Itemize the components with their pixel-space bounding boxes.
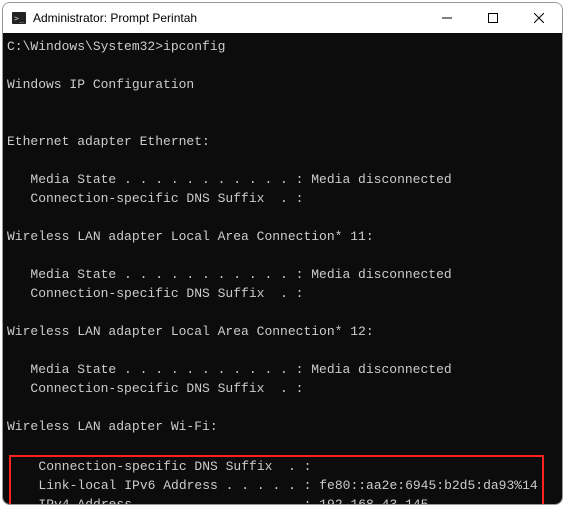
adapter-wlan11-media: Media State . . . . . . . . . . . : Medi… bbox=[7, 267, 452, 282]
adapter-wlan12-title: Wireless LAN adapter Local Area Connecti… bbox=[7, 324, 374, 339]
svg-text:>_: >_ bbox=[14, 14, 24, 23]
adapter-wlan12-dns: Connection-specific DNS Suffix . : bbox=[7, 381, 303, 396]
maximize-button[interactable] bbox=[470, 3, 516, 33]
window-controls bbox=[424, 3, 562, 33]
close-button[interactable] bbox=[516, 3, 562, 33]
wifi-ipv6: Link-local IPv6 Address . . . . . : fe80… bbox=[15, 478, 538, 493]
adapter-wifi-title: Wireless LAN adapter Wi-Fi: bbox=[7, 419, 218, 434]
adapter-ethernet-dns: Connection-specific DNS Suffix . : bbox=[7, 191, 303, 206]
wifi-ipv4: IPv4 Address. . . . . . . . . . . : 192.… bbox=[15, 497, 428, 504]
minimize-button[interactable] bbox=[424, 3, 470, 33]
terminal-output[interactable]: C:\Windows\System32>ipconfig Windows IP … bbox=[3, 33, 562, 504]
titlebar[interactable]: >_ Administrator: Prompt Perintah bbox=[3, 3, 562, 33]
adapter-ethernet-media: Media State . . . . . . . . . . . : Medi… bbox=[7, 172, 452, 187]
cmd-window: >_ Administrator: Prompt Perintah C:\Win… bbox=[2, 2, 563, 505]
wifi-highlight-box: Connection-specific DNS Suffix . : Link-… bbox=[9, 455, 544, 504]
window-title: Administrator: Prompt Perintah bbox=[33, 11, 424, 25]
prompt-line: C:\Windows\System32>ipconfig bbox=[7, 39, 225, 54]
adapter-ethernet-title: Ethernet adapter Ethernet: bbox=[7, 134, 210, 149]
cmd-icon: >_ bbox=[11, 10, 27, 26]
ipconfig-heading: Windows IP Configuration bbox=[7, 77, 194, 92]
adapter-wlan12-media: Media State . . . . . . . . . . . : Medi… bbox=[7, 362, 452, 377]
wifi-dns: Connection-specific DNS Suffix . : bbox=[15, 459, 311, 474]
adapter-wlan11-dns: Connection-specific DNS Suffix . : bbox=[7, 286, 303, 301]
adapter-wlan11-title: Wireless LAN adapter Local Area Connecti… bbox=[7, 229, 374, 244]
